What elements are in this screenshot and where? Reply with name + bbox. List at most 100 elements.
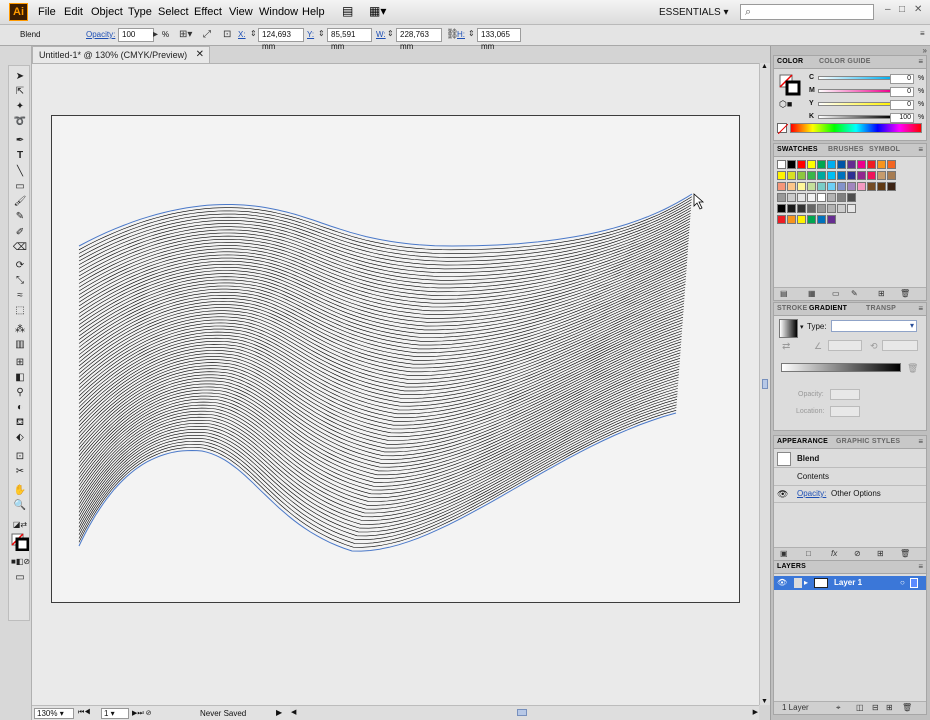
reverse-gradient-icon[interactable]: ⇄: [782, 341, 790, 352]
opacity-arrow-icon[interactable]: ▸: [153, 29, 158, 40]
layer-target-icon[interactable]: ○: [900, 576, 905, 590]
new-layer-icon[interactable]: ⊞: [886, 703, 893, 712]
maximize-button[interactable]: □: [899, 4, 905, 15]
reference-point-icon[interactable]: ⊡: [223, 29, 231, 40]
workspace-switcher[interactable]: ESSENTIALS ▾: [653, 4, 731, 21]
swatch[interactable]: [787, 171, 796, 180]
swatch[interactable]: [787, 193, 796, 202]
swatch[interactable]: [827, 160, 836, 169]
swatch[interactable]: [817, 215, 826, 224]
eraser-tool-icon[interactable]: ⌫: [11, 241, 29, 255]
next-artboard-icon[interactable]: ▶⏭ ⊘: [132, 709, 152, 718]
x-label[interactable]: X:: [238, 30, 246, 39]
swatch[interactable]: [847, 204, 856, 213]
swatch[interactable]: [797, 171, 806, 180]
delete-stop-icon[interactable]: 🗑: [907, 363, 918, 374]
y-stepper-icon[interactable]: ⇕: [318, 29, 325, 38]
swatch[interactable]: [807, 182, 816, 191]
menu-window[interactable]: Window: [259, 6, 298, 18]
swatch[interactable]: [887, 160, 896, 169]
swatch[interactable]: [827, 215, 836, 224]
x-input[interactable]: 124,693 mm: [258, 28, 304, 51]
free-transform-tool-icon[interactable]: ⬚: [11, 304, 29, 318]
swatch[interactable]: [797, 215, 806, 224]
duplicate-item-icon[interactable]: ⊞: [877, 549, 884, 558]
swatch[interactable]: [817, 160, 826, 169]
blend-step-line[interactable]: [78, 289, 686, 380]
swatch[interactable]: [857, 182, 866, 191]
swatch[interactable]: [807, 193, 816, 202]
type-tool-icon[interactable]: T: [11, 149, 29, 163]
panel-menu-icon[interactable]: ≡: [918, 562, 923, 571]
live-paint-selection-tool-icon[interactable]: ⬖: [11, 431, 29, 445]
blend-step-line[interactable]: [78, 262, 688, 342]
w-label[interactable]: W:: [376, 30, 386, 39]
symbol-sprayer-tool-icon[interactable]: ⁂: [11, 323, 29, 337]
scroll-left-icon[interactable]: ◀: [291, 708, 296, 716]
document-tab[interactable]: Untitled-1* @ 130% (CMYK/Preview) ✕: [32, 46, 210, 63]
menu-type[interactable]: Type: [128, 6, 152, 18]
appearance-contents-row[interactable]: Contents: [774, 469, 926, 486]
appearance-opacity-link[interactable]: Opacity:: [797, 486, 826, 502]
vertical-scrollbar[interactable]: ▲ ▼: [759, 63, 770, 705]
default-fill-stroke-icon[interactable]: ◪⇄: [11, 518, 29, 532]
swatch[interactable]: [867, 160, 876, 169]
swatch[interactable]: [787, 215, 796, 224]
layer-name[interactable]: Layer 1: [834, 576, 862, 590]
swatch-options-icon[interactable]: ▭: [832, 289, 840, 298]
tab-color[interactable]: COLOR: [777, 58, 803, 65]
arrange-documents-icon[interactable]: ▦▾: [369, 4, 386, 18]
delete-item-icon[interactable]: 🗑: [900, 549, 910, 558]
blend-step-line[interactable]: [78, 264, 687, 346]
swatch[interactable]: [787, 160, 796, 169]
transform-icon[interactable]: ⤢: [203, 29, 211, 40]
swatch[interactable]: [797, 204, 806, 213]
layer-row[interactable]: 👁 ▸ Layer 1 ○: [774, 576, 926, 590]
swatch[interactable]: [887, 171, 896, 180]
color-spectrum[interactable]: [790, 123, 922, 133]
panel-menu-icon[interactable]: ≡: [918, 437, 923, 446]
blob-brush-tool-icon[interactable]: ✐: [11, 226, 29, 240]
artboard-tool-icon[interactable]: ⊡: [11, 450, 29, 464]
bridge-icon[interactable]: ▤: [342, 4, 353, 18]
tab-color-guide[interactable]: COLOR GUIDE: [819, 58, 871, 65]
swatch[interactable]: [837, 160, 846, 169]
swatch[interactable]: [817, 204, 826, 213]
new-color-group-icon[interactable]: ✎: [851, 289, 858, 298]
gradient-slider[interactable]: [781, 363, 901, 372]
selection-tool-icon[interactable]: ➤: [11, 70, 29, 84]
gradient-tool-icon[interactable]: ◧: [11, 371, 29, 385]
blend-artwork[interactable]: [52, 116, 741, 604]
angle-input[interactable]: [828, 340, 862, 351]
help-search-input[interactable]: ⌕: [740, 4, 874, 20]
horizontal-scrollbar[interactable]: ◀ ▶: [290, 705, 759, 720]
h-label[interactable]: H:: [457, 30, 465, 39]
column-graph-tool-icon[interactable]: ▥: [11, 338, 29, 352]
hand-tool-icon[interactable]: ✋: [11, 484, 29, 498]
fill-stroke-swatch[interactable]: [11, 533, 30, 552]
menu-help[interactable]: Help: [302, 6, 325, 18]
layer-visibility-icon[interactable]: 👁: [777, 576, 787, 590]
swatch-libraries-icon[interactable]: ▤: [780, 289, 788, 298]
blend-tool-icon[interactable]: ◐: [11, 401, 29, 415]
swatch[interactable]: [877, 160, 886, 169]
minimize-button[interactable]: –: [885, 4, 891, 15]
swatch[interactable]: [777, 204, 786, 213]
swatch[interactable]: [787, 204, 796, 213]
tab-transparency[interactable]: TRANSP: [866, 305, 896, 312]
zoom-tool-icon[interactable]: 🔍: [11, 499, 29, 513]
locate-object-icon[interactable]: ⌖: [836, 703, 841, 713]
swatch[interactable]: [797, 193, 806, 202]
tab-stroke[interactable]: STROKE: [777, 305, 807, 312]
swatch[interactable]: [837, 204, 846, 213]
blend-step-line[interactable]: [78, 215, 691, 277]
clear-appearance-icon[interactable]: ⊘: [854, 549, 861, 558]
swatch[interactable]: [837, 193, 846, 202]
line-tool-icon[interactable]: ╲: [11, 165, 29, 179]
paintbrush-tool-icon[interactable]: 🖌: [11, 195, 29, 209]
swatch[interactable]: [847, 171, 856, 180]
rectangle-tool-icon[interactable]: ▭: [11, 180, 29, 194]
menu-effect[interactable]: Effect: [194, 6, 222, 18]
panel-menu-icon[interactable]: ≡: [918, 145, 923, 154]
channel-m-slider[interactable]: [818, 89, 892, 93]
